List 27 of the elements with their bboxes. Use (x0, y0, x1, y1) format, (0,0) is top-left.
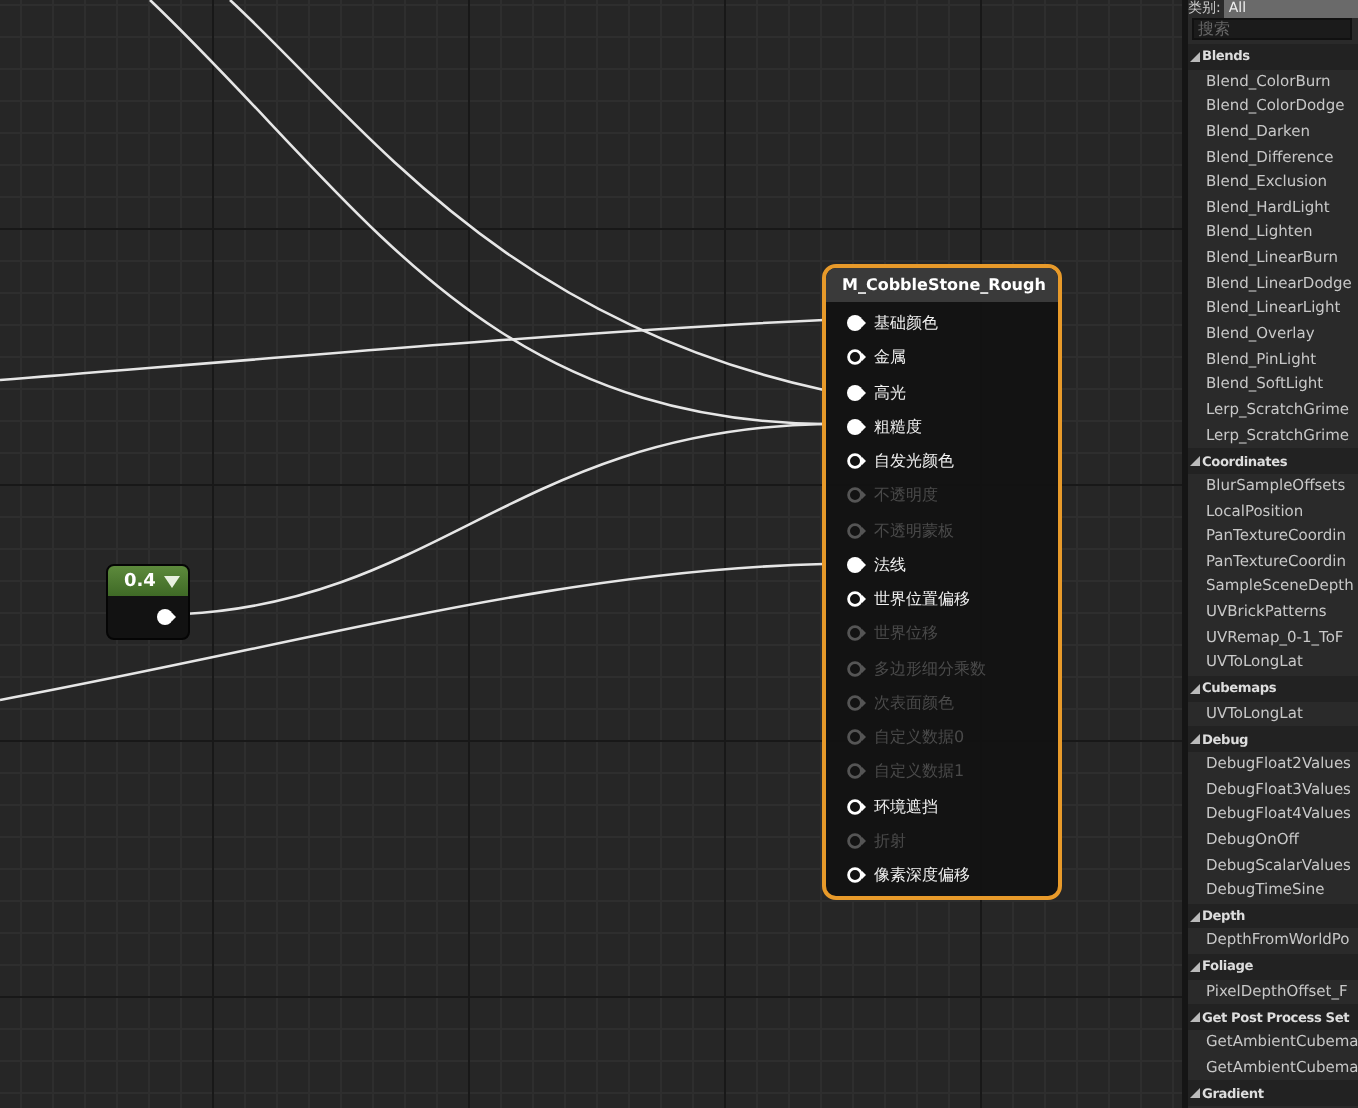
filled-pin-icon[interactable] (846, 417, 866, 436)
expand-triangle-icon[interactable] (1190, 51, 1200, 62)
expand-triangle-icon[interactable] (1190, 734, 1200, 745)
output-pin-icon[interactable] (156, 608, 176, 626)
expand-triangle-icon[interactable] (1190, 1012, 1200, 1023)
expand-triangle-icon[interactable] (1190, 1088, 1200, 1099)
expand-triangle-icon[interactable] (1190, 961, 1200, 972)
pin-label: 金属 (874, 346, 906, 369)
constant-value: 0.4 (124, 571, 156, 591)
expand-triangle-icon[interactable] (1190, 456, 1200, 467)
pin-label: 像素深度偏移 (874, 864, 970, 887)
pin-label: 粗糙度 (874, 415, 922, 438)
node-title: M_CobbleStone_Rough (826, 268, 1058, 302)
pin-label: 高光 (874, 381, 906, 404)
filled-pin-icon[interactable] (846, 383, 866, 402)
pin-label: 世界位置偏移 (874, 588, 970, 611)
expand-triangle-icon[interactable] (1190, 911, 1200, 922)
pin-label: 法线 (874, 553, 906, 576)
filled-pin-icon[interactable] (846, 314, 866, 333)
pin-label: 环境遮挡 (874, 795, 938, 818)
filled-pin-icon[interactable] (846, 555, 866, 574)
collapse-arrow-icon[interactable] (164, 575, 180, 587)
pin-label: 自发光颜色 (874, 450, 954, 473)
search-field[interactable]: 搜索 (1192, 18, 1352, 40)
constant-node[interactable]: 0.4 (106, 564, 190, 640)
expand-triangle-icon[interactable] (1190, 683, 1200, 694)
pin-label: 基础颜色 (874, 312, 938, 335)
